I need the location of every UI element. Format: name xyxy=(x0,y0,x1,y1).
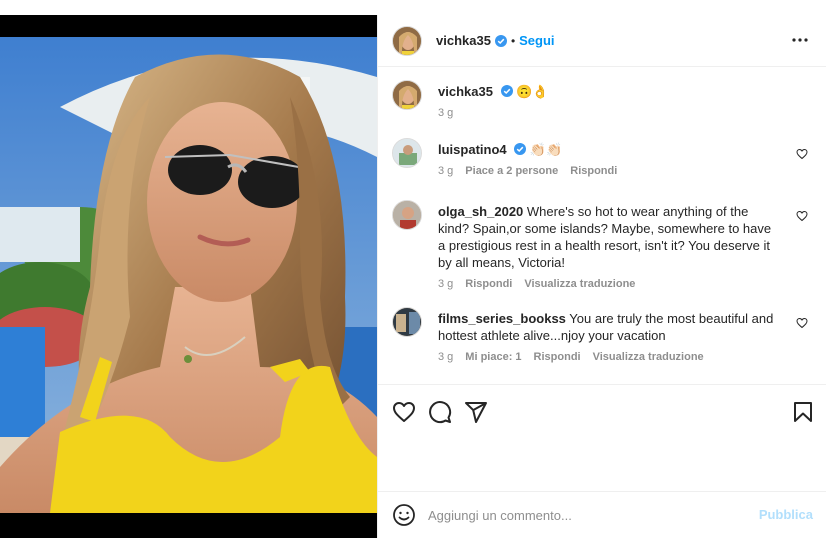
comment-avatar-image xyxy=(393,201,421,229)
comment-composer: Pubblica xyxy=(378,491,826,538)
verified-badge-icon xyxy=(514,143,527,155)
like-heart-icon[interactable] xyxy=(392,400,416,424)
post-header: vichka35 • Segui xyxy=(378,15,826,67)
caption-username[interactable]: vichka35 xyxy=(438,84,493,99)
separator-dot: • xyxy=(510,33,516,48)
heart-icon[interactable] xyxy=(796,317,808,329)
comments-list: vichka35 🙃👌 3 g luispatino4 👏🏻👏🏻 3 g Pia… xyxy=(378,68,826,384)
emoji-icon[interactable] xyxy=(392,503,416,527)
comment-likes[interactable]: Piace a 2 persone xyxy=(465,163,558,180)
instagram-post-modal: vichka35 • Segui vichka35 🙃👌 3 g luispat… xyxy=(0,0,826,551)
comment-likes[interactable]: Mi piace: 1 xyxy=(465,349,521,366)
comment-avatar-image xyxy=(393,139,421,167)
heart-icon[interactable] xyxy=(796,148,808,160)
heart-icon[interactable] xyxy=(796,210,808,222)
caption-text: 🙃👌 xyxy=(516,84,549,99)
publish-button[interactable]: Pubblica xyxy=(759,507,813,522)
reply-button[interactable]: Rispondi xyxy=(534,349,581,366)
verified-badge-icon xyxy=(500,85,513,97)
author-avatar[interactable] xyxy=(392,25,422,56)
more-options-icon[interactable] xyxy=(789,29,811,51)
comment-body: olga_sh_2020 Where's so hot to wear anyt… xyxy=(438,203,774,293)
author-username[interactable]: vichka35 xyxy=(436,33,491,48)
translate-button[interactable]: Visualizza traduzione xyxy=(593,349,704,366)
comment-time[interactable]: 3 g xyxy=(438,349,453,366)
comment-icon[interactable] xyxy=(428,400,452,424)
bookmark-icon[interactable] xyxy=(791,400,815,424)
author-avatar-image xyxy=(393,26,421,55)
comment-meta: 3 g Mi piace: 1 Rispondi Visualizza trad… xyxy=(438,349,774,366)
comment-body: films_series_bookss You are truly the mo… xyxy=(438,310,774,366)
comment-username[interactable]: olga_sh_2020 xyxy=(438,204,523,219)
caption-avatar-image xyxy=(393,81,421,109)
caption-time[interactable]: 3 g xyxy=(438,105,453,122)
caption-meta: 3 g xyxy=(438,105,774,122)
caption-body: vichka35 🙃👌 3 g xyxy=(438,83,774,122)
reply-button[interactable]: Rispondi xyxy=(570,163,617,180)
post-photo[interactable] xyxy=(0,37,377,513)
comment-meta: 3 g Piace a 2 persone Rispondi xyxy=(438,163,774,180)
comment-time[interactable]: 3 g xyxy=(438,276,453,293)
reply-button[interactable]: Rispondi xyxy=(465,276,512,293)
comment-time[interactable]: 3 g xyxy=(438,163,453,180)
post-action-bar xyxy=(378,384,826,492)
share-icon[interactable] xyxy=(464,400,488,424)
comment-avatar-image xyxy=(393,308,421,336)
photo-frame xyxy=(0,15,377,538)
follow-button[interactable]: Segui xyxy=(519,33,554,48)
comment-avatar[interactable] xyxy=(392,200,422,230)
comment-avatar[interactable] xyxy=(392,138,422,168)
post-photo-illustration xyxy=(0,37,377,513)
comment-username[interactable]: luispatino4 xyxy=(438,142,507,157)
comment-meta: 3 g Rispondi Visualizza traduzione xyxy=(438,276,774,293)
comment-body: luispatino4 👏🏻👏🏻 3 g Piace a 2 persone R… xyxy=(438,141,774,180)
translate-button[interactable]: Visualizza traduzione xyxy=(524,276,635,293)
comment-avatar[interactable] xyxy=(392,307,422,337)
post-side-panel: vichka35 • Segui vichka35 🙃👌 3 g luispat… xyxy=(377,15,826,538)
caption-avatar[interactable] xyxy=(392,80,422,110)
comment-input[interactable] xyxy=(428,504,748,526)
comment-username[interactable]: films_series_bookss xyxy=(438,311,566,326)
verified-badge-icon xyxy=(494,34,507,47)
comment-text: 👏🏻👏🏻 xyxy=(529,142,563,157)
